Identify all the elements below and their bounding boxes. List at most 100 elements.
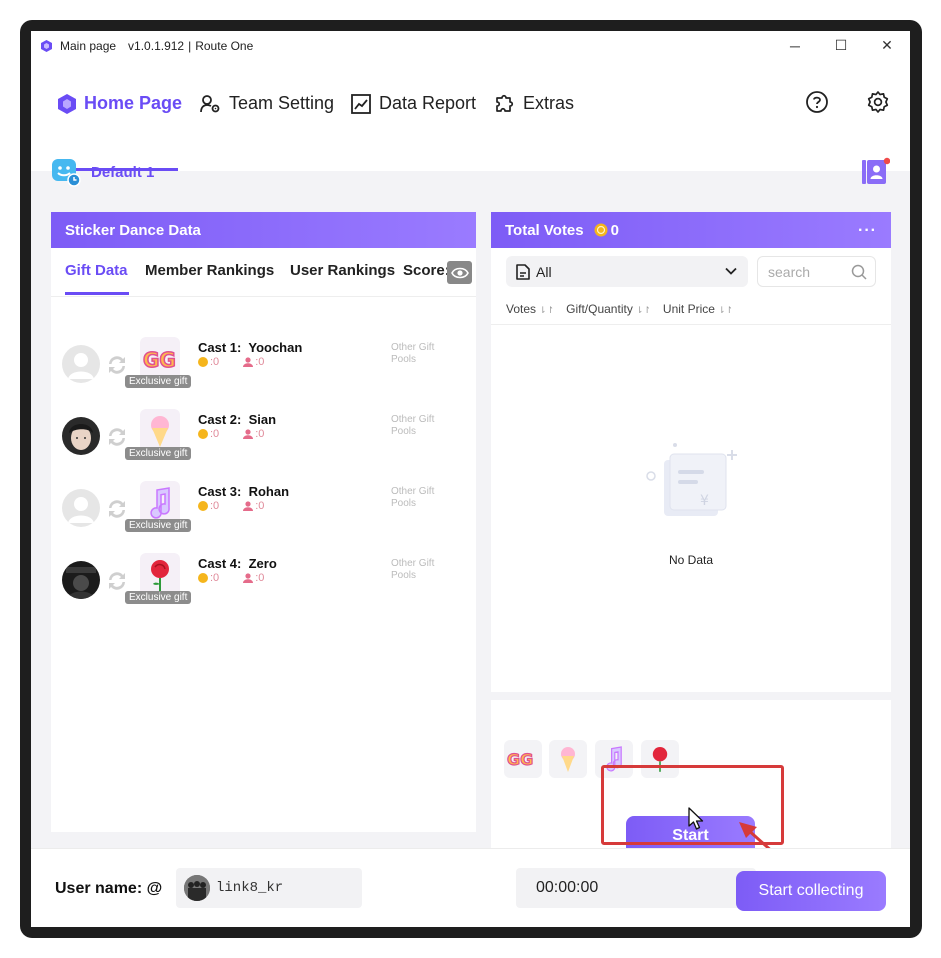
coin-stat: :0 (198, 428, 219, 440)
other-gift-pools[interactable]: Other Gift Pools (391, 414, 451, 438)
no-data-text: No Data (668, 553, 714, 567)
cast-name-value: Sian (248, 412, 277, 427)
gift-data-panel: Gift Data Member Rankings User Rankings … (51, 248, 476, 832)
refresh-icon[interactable] (105, 569, 129, 593)
people-stat: :0 (243, 500, 264, 512)
avatar (62, 489, 100, 527)
cast-row: Exclusive gift Cast 4: Zero :0 :0 Other … (51, 553, 476, 625)
gift-ice-cream-icon[interactable] (549, 740, 587, 778)
other-gift-pools[interactable]: Other Gift Pools (391, 342, 451, 366)
total-votes-value: 0 (610, 221, 619, 239)
exclusive-gift-badge: Exclusive gift (125, 519, 192, 532)
app-logo-icon (41, 39, 52, 52)
puzzle-icon (496, 94, 514, 112)
settings-icon[interactable] (866, 90, 890, 114)
cast-label: Cast 4: (198, 556, 242, 571)
tab-score[interactable]: Score: (403, 262, 450, 279)
start-area: GG Start (491, 700, 891, 863)
document-icon (516, 263, 530, 280)
gift-filter-select[interactable]: All (506, 256, 748, 287)
people-value: :0 (255, 428, 265, 440)
profile-selector[interactable]: Default 1 (51, 157, 154, 187)
sort-gift-quantity[interactable]: Gift/Quantity ⇂↾ (566, 302, 651, 316)
tab-gift-data[interactable]: Gift Data (65, 262, 128, 279)
title-bar: Main page v1.0.1.912 | Route One ─ ☐ ✕ (31, 31, 910, 60)
cast-label: Cast 1: (198, 340, 242, 355)
cast-stats: :0 :0 (198, 428, 264, 440)
refresh-icon[interactable] (105, 425, 129, 449)
cast-row: Exclusive gift Cast 3: Rohan :0 :0 Other… (51, 481, 476, 553)
people-stat: :0 (243, 356, 264, 368)
tab-data-report[interactable]: Data Report (351, 93, 476, 114)
search-input[interactable] (766, 262, 850, 281)
gift-music-note-icon[interactable] (595, 740, 633, 778)
window-controls: ─ ☐ ✕ (772, 31, 910, 60)
tab-member-rankings[interactable]: Member Rankings (145, 262, 274, 279)
gift-gg-icon[interactable]: GG (504, 740, 542, 778)
minimize-button[interactable]: ─ (772, 31, 818, 60)
refresh-icon[interactable] (105, 497, 129, 521)
coin-icon (594, 223, 608, 237)
user-name-label: User name: @ (55, 880, 163, 897)
avatar (62, 345, 100, 383)
sort-votes[interactable]: Votes ⇂↾ (506, 302, 554, 316)
sort-unit-price[interactable]: Unit Price ⇂↾ (663, 302, 733, 316)
refresh-icon[interactable] (105, 353, 129, 377)
profile-name: Default 1 (91, 163, 155, 181)
total-votes-title: Total Votes (505, 221, 584, 239)
tab-extras[interactable]: Extras (494, 93, 574, 114)
window-version: v1.0.1.912 (128, 38, 185, 53)
tab-user-rankings[interactable]: User Rankings (290, 262, 395, 279)
app-window: Main page v1.0.1.912 | Route One ─ ☐ ✕ H… (31, 31, 910, 927)
cast-name-value: Yoochan (248, 340, 303, 355)
eye-icon (450, 267, 469, 278)
coin-icon (198, 501, 208, 511)
coin-stat: :0 (198, 572, 219, 584)
coin-stat: :0 (198, 356, 219, 368)
profile-face-icon (52, 159, 81, 187)
start-collecting-button[interactable]: Start collecting (736, 871, 886, 911)
sort-votes-label: Votes (506, 302, 537, 316)
search-icon[interactable] (851, 264, 867, 280)
toggle-visibility-button[interactable] (447, 261, 472, 284)
person-icon (243, 429, 254, 439)
tab-team-setting-label: Team Setting (229, 93, 335, 113)
people-value: :0 (255, 572, 265, 584)
other-gift-pools[interactable]: Other Gift Pools (391, 558, 451, 582)
tab-team-setting[interactable]: Team Setting (200, 93, 334, 114)
close-button[interactable]: ✕ (864, 31, 910, 60)
coin-icon (198, 429, 208, 439)
cast-stats: :0 :0 (198, 500, 264, 512)
hexagon-icon (58, 93, 76, 114)
cast-label: Cast 2: (198, 412, 242, 427)
user-gear-icon (200, 94, 220, 112)
coin-value: :0 (210, 500, 220, 512)
filter-value: All (536, 263, 552, 280)
person-icon (243, 357, 254, 367)
cast-name-value: Rohan (248, 484, 290, 499)
other-gift-pools[interactable]: Other Gift Pools (391, 486, 451, 510)
contact-book-icon[interactable] (860, 157, 890, 187)
people-value: :0 (255, 500, 265, 512)
coin-value: :0 (210, 356, 220, 368)
gift-tab-indicator (65, 292, 129, 295)
coin-icon (198, 357, 208, 367)
username-value: link8_kr (216, 880, 284, 896)
exclusive-gift-badge: Exclusive gift (125, 591, 192, 604)
cast-stats: :0 :0 (198, 356, 264, 368)
tab-home-page[interactable]: Home Page (58, 93, 182, 114)
more-options-icon[interactable]: ··· (858, 222, 877, 240)
cast-name: Cast 2: Sian (198, 412, 276, 427)
coin-value: :0 (210, 428, 220, 440)
cast-name: Cast 1: Yoochan (198, 340, 302, 355)
gift-rose-icon[interactable] (641, 740, 679, 778)
gift-tabs: Gift Data Member Rankings User Rankings … (51, 248, 476, 297)
username-field[interactable]: link8_kr (176, 868, 362, 908)
user-avatar (184, 875, 210, 901)
votes-panel: All Votes⇂↾ Gift/Quantity⇂↾ Unit Price⇂↾ (491, 248, 891, 692)
maximize-button[interactable]: ☐ (818, 31, 864, 60)
cast-name: Cast 3: Rohan (198, 484, 289, 499)
chart-icon (351, 93, 371, 114)
help-icon[interactable] (805, 90, 829, 114)
cast-name-value: Zero (248, 556, 277, 571)
